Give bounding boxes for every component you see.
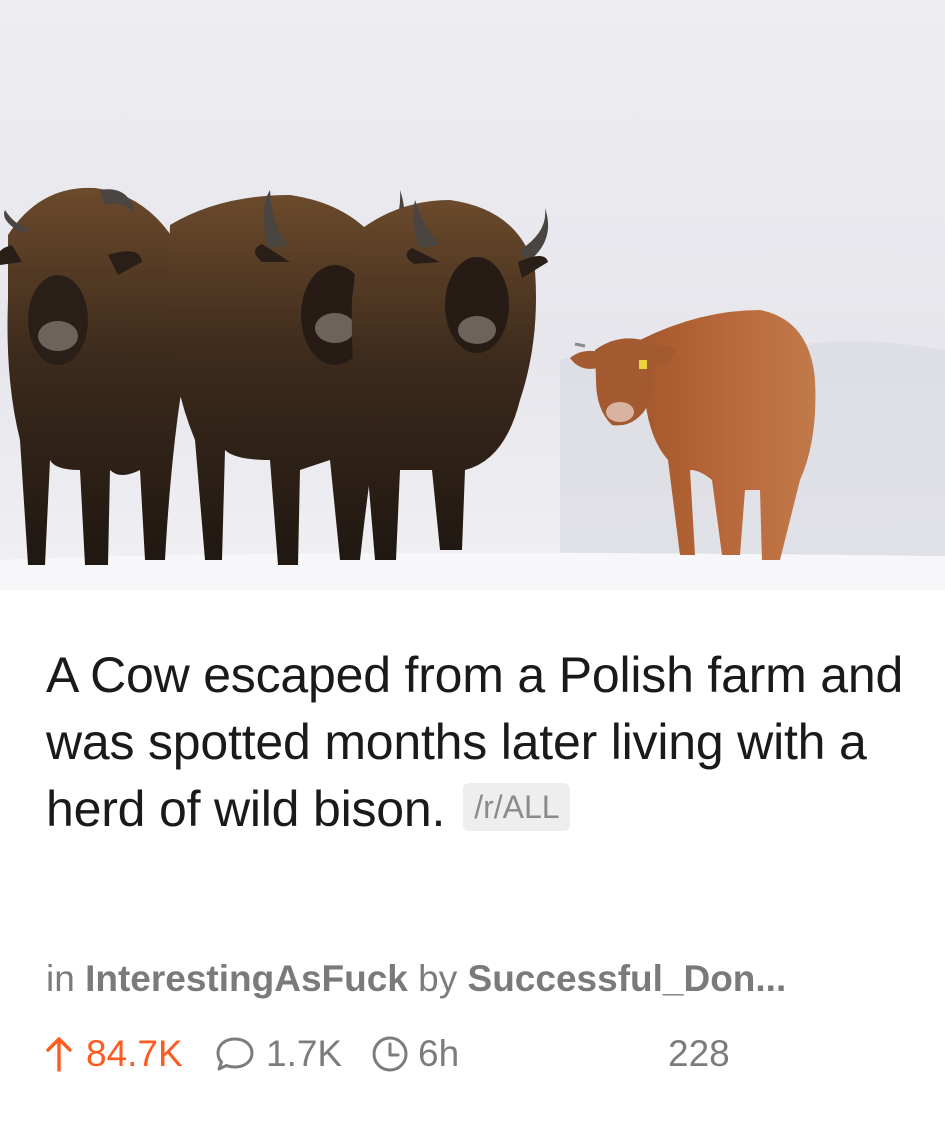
by-label: by — [418, 958, 458, 999]
comments-button[interactable]: 1.7K — [214, 1030, 342, 1078]
bison-cow-photo — [0, 0, 945, 590]
post-meta: in InterestingAsFuck by Successful_Don..… — [46, 957, 926, 1001]
post-title[interactable]: A Cow escaped from a Polish farm and was… — [46, 642, 906, 843]
post-age: 6h — [370, 1030, 459, 1078]
post-image[interactable] — [0, 0, 945, 590]
extra-count: 228 — [668, 1033, 730, 1074]
comment-count: 1.7K — [266, 1033, 343, 1074]
upvote-button[interactable]: 84.7K — [44, 1030, 183, 1078]
clock-icon — [372, 1036, 408, 1072]
subreddit-flair[interactable]: /r/ALL — [463, 782, 570, 831]
age-text: 6h — [418, 1033, 460, 1074]
in-label: in — [46, 958, 75, 999]
speech-bubble-icon — [216, 1037, 254, 1071]
author-link[interactable]: Successful_Don... — [468, 958, 787, 999]
post-stats: 84.7K 1.7K 6h 228 — [44, 1030, 924, 1078]
upvote-count: 84.7K — [86, 1033, 183, 1074]
arrow-up-icon — [46, 1037, 72, 1072]
subreddit-link[interactable]: InterestingAsFuck — [85, 958, 408, 999]
